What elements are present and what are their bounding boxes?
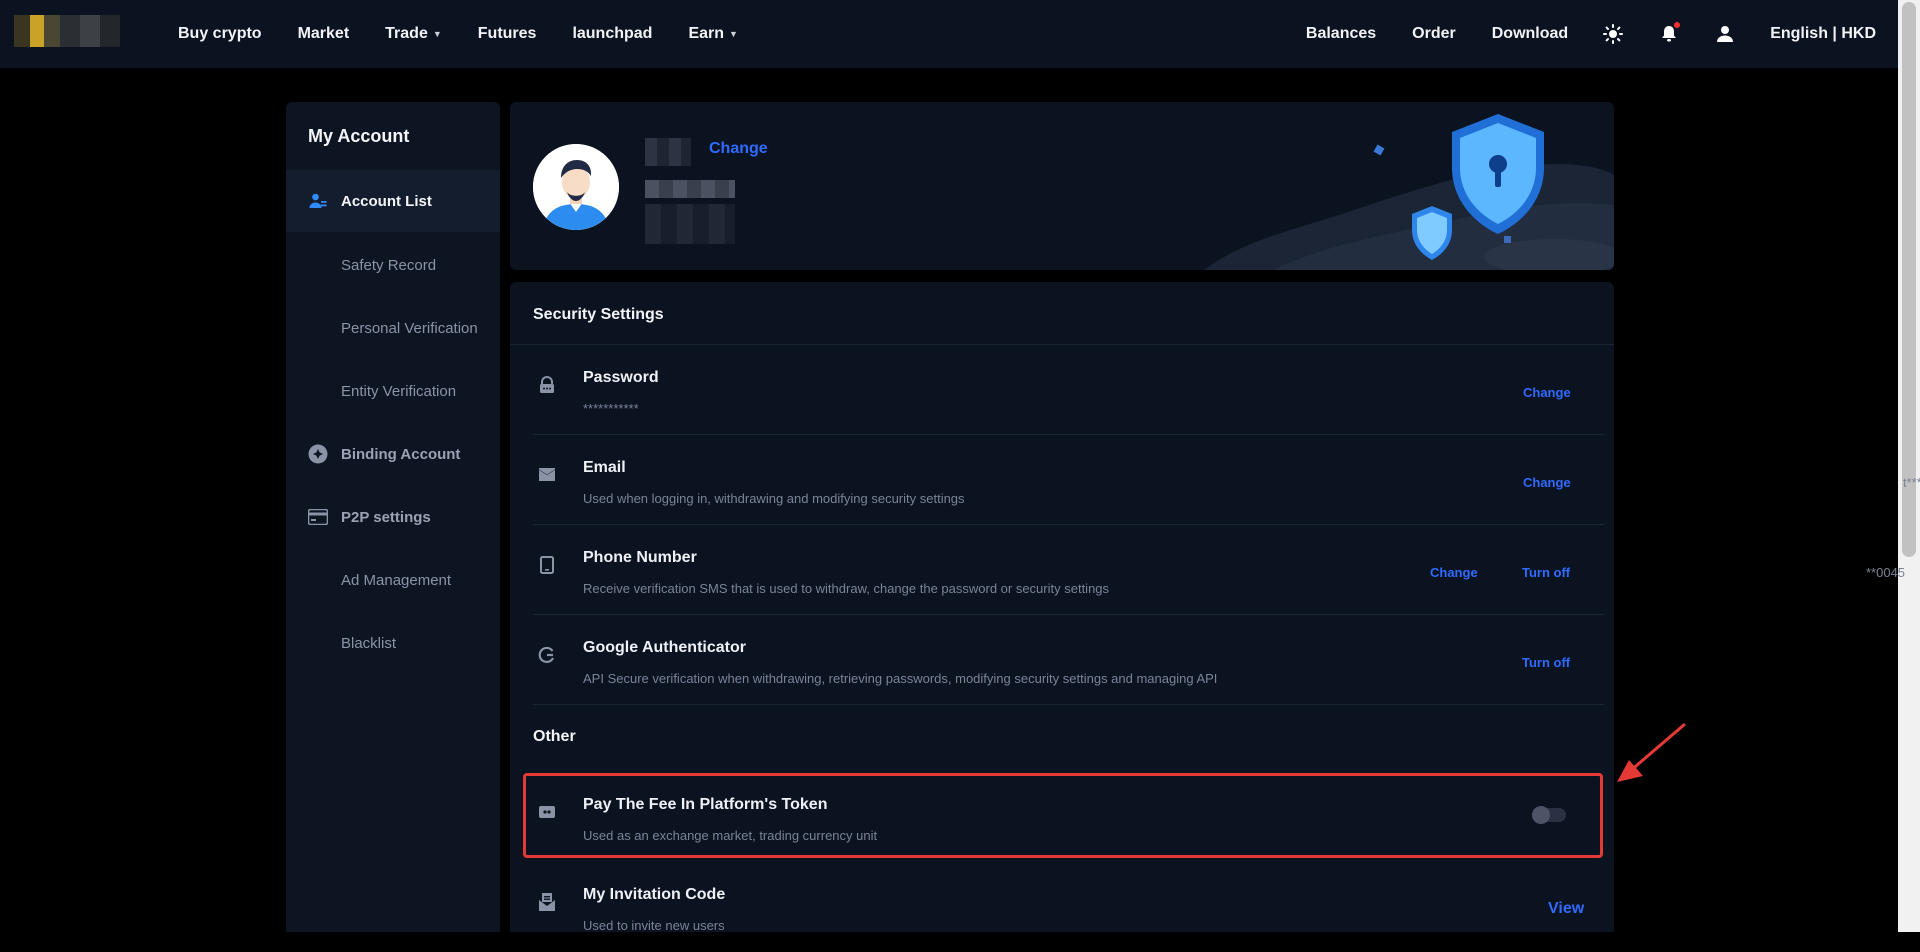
phone-icon xyxy=(537,555,557,575)
row-description: Used to invite new users xyxy=(583,918,725,933)
nav-market[interactable]: Market xyxy=(298,25,350,43)
profile-card: Change xyxy=(510,102,1614,270)
sidebar-item-label: Ad Management xyxy=(341,571,452,589)
annotation-arrow-icon xyxy=(1617,722,1686,782)
email-value: t*****@abc.com xyxy=(1903,475,1920,490)
language-currency-selector[interactable]: English | HKD xyxy=(1770,25,1876,43)
sidebar-item-label: P2P settings xyxy=(341,508,431,526)
sidebar-item-safety-record[interactable]: Safety Record xyxy=(286,234,500,296)
bell-icon[interactable] xyxy=(1658,22,1681,45)
row-description: API Secure verification when withdrawing… xyxy=(583,671,1218,686)
card-icon xyxy=(308,507,328,527)
notification-dot xyxy=(1674,22,1681,28)
row-title: Email xyxy=(583,459,626,476)
main-nav: Buy crypto Market Trade ▼ Futures launchp… xyxy=(178,0,774,68)
sidebar-item-binding-account[interactable]: Binding Account xyxy=(286,423,500,485)
avatar[interactable] xyxy=(533,144,619,230)
row-title: Password xyxy=(583,369,659,386)
nav-futures[interactable]: Futures xyxy=(478,25,537,43)
section-title: Other xyxy=(533,728,576,745)
change-phone-button[interactable]: Change xyxy=(1430,565,1478,580)
user-list-icon xyxy=(308,191,328,211)
caret-down-icon: ▼ xyxy=(432,29,442,39)
row-description: Receive verification SMS that is used to… xyxy=(583,581,1110,596)
row-title: Phone Number xyxy=(583,549,697,566)
lock-icon xyxy=(537,375,557,395)
order-link[interactable]: Order xyxy=(1412,25,1456,43)
row-description: Used when logging in, withdrawing and mo… xyxy=(583,491,965,506)
invite-icon xyxy=(537,892,557,912)
nav-buy-crypto[interactable]: Buy crypto xyxy=(178,25,262,43)
security-settings-panel: Security Settings Password *********** C… xyxy=(510,282,1920,933)
change-email-button[interactable]: Change xyxy=(1523,475,1571,490)
sidebar-item-p2p-settings[interactable]: P2P settings xyxy=(286,486,500,548)
phone-number-row: Phone Number Receive verification SMS th… xyxy=(533,525,1905,615)
sidebar-item-label: Personal Verification xyxy=(341,319,478,337)
nav-label: Earn xyxy=(688,25,725,42)
nav-launchpad[interactable]: launchpad xyxy=(572,25,652,43)
account-sidebar: My Account Account List Safety Record Pe… xyxy=(286,102,500,932)
top-navigation-bar: Buy crypto Market Trade ▼ Futures launchp… xyxy=(0,0,1898,68)
nav-label: launchpad xyxy=(572,25,653,42)
balances-link[interactable]: Balances xyxy=(1306,25,1376,43)
change-password-button[interactable]: Change xyxy=(1523,385,1571,400)
nav-label: Buy crypto xyxy=(178,25,262,42)
nav-label: Market xyxy=(297,25,350,42)
google-auth-icon xyxy=(537,645,557,665)
sidebar-title: My Account xyxy=(308,126,410,146)
username-masked xyxy=(645,138,691,166)
sidebar-item-personal-verification[interactable]: Personal Verification xyxy=(286,297,500,359)
row-title: Pay The Fee In Platform's Token xyxy=(583,796,828,813)
row-title: My Invitation Code xyxy=(583,886,726,903)
toggle-knob xyxy=(1532,806,1550,824)
sidebar-item-label: Blacklist xyxy=(341,634,397,652)
sidebar-item-entity-verification[interactable]: Entity Verification xyxy=(286,360,500,422)
sidebar-item-label: Binding Account xyxy=(341,445,461,463)
uid-masked xyxy=(645,180,735,198)
sun-icon[interactable] xyxy=(1602,23,1624,45)
sidebar-item-ad-management[interactable]: Ad Management xyxy=(286,549,500,611)
mail-icon xyxy=(537,465,557,485)
turn-off-google-auth-button[interactable]: Turn off xyxy=(1522,655,1570,670)
nav-label: Futures xyxy=(477,25,537,42)
security-shield-illustration xyxy=(1204,114,1614,270)
sidebar-item-account-list[interactable]: Account List xyxy=(286,170,500,232)
account-info-masked xyxy=(645,204,735,244)
pay-fee-in-token-row: Pay The Fee In Platform's Token Used as … xyxy=(533,772,1604,862)
nav-earn[interactable]: Earn ▼ xyxy=(688,25,738,43)
phone-value: **0045 xyxy=(1866,565,1906,580)
row-description: Used as an exchange market, trading curr… xyxy=(583,828,878,843)
sidebar-item-blacklist[interactable]: Blacklist xyxy=(286,612,500,674)
user-icon[interactable] xyxy=(1714,23,1736,45)
sidebar-item-label: Safety Record xyxy=(341,256,437,274)
email-row: Email Used when logging in, withdrawing … xyxy=(533,435,1920,525)
invitation-code-row: My Invitation Code Used to invite new us… xyxy=(533,862,1604,952)
nav-label: Trade xyxy=(385,25,428,42)
divider xyxy=(533,704,1604,705)
brand-logo[interactable] xyxy=(14,15,120,47)
page-scrollbar[interactable] xyxy=(1898,0,1920,932)
token-icon xyxy=(537,802,557,822)
right-nav: Balances Order Download English | HKD xyxy=(1270,0,1876,68)
caret-down-icon: ▼ xyxy=(729,29,738,39)
view-invitation-code-button[interactable]: View xyxy=(1548,900,1584,918)
row-title: Google Authenticator xyxy=(583,639,746,656)
link-circle-icon xyxy=(308,444,328,464)
turn-off-phone-button[interactable]: Turn off xyxy=(1522,565,1570,580)
download-link[interactable]: Download xyxy=(1492,25,1568,43)
section-title: Security Settings xyxy=(533,306,664,323)
scrollbar-thumb[interactable] xyxy=(1902,2,1916,557)
nav-trade[interactable]: Trade ▼ xyxy=(385,25,442,43)
google-authenticator-row: Google Authenticator API Secure verifica… xyxy=(533,615,1604,705)
pay-fee-toggle[interactable] xyxy=(1532,806,1566,824)
sidebar-item-label: Account List xyxy=(341,192,432,210)
password-masked: *********** xyxy=(583,401,639,416)
sidebar-item-label: Entity Verification xyxy=(341,382,457,400)
change-nickname-link[interactable]: Change xyxy=(709,140,768,158)
password-row: Password *********** Change xyxy=(533,345,1604,435)
